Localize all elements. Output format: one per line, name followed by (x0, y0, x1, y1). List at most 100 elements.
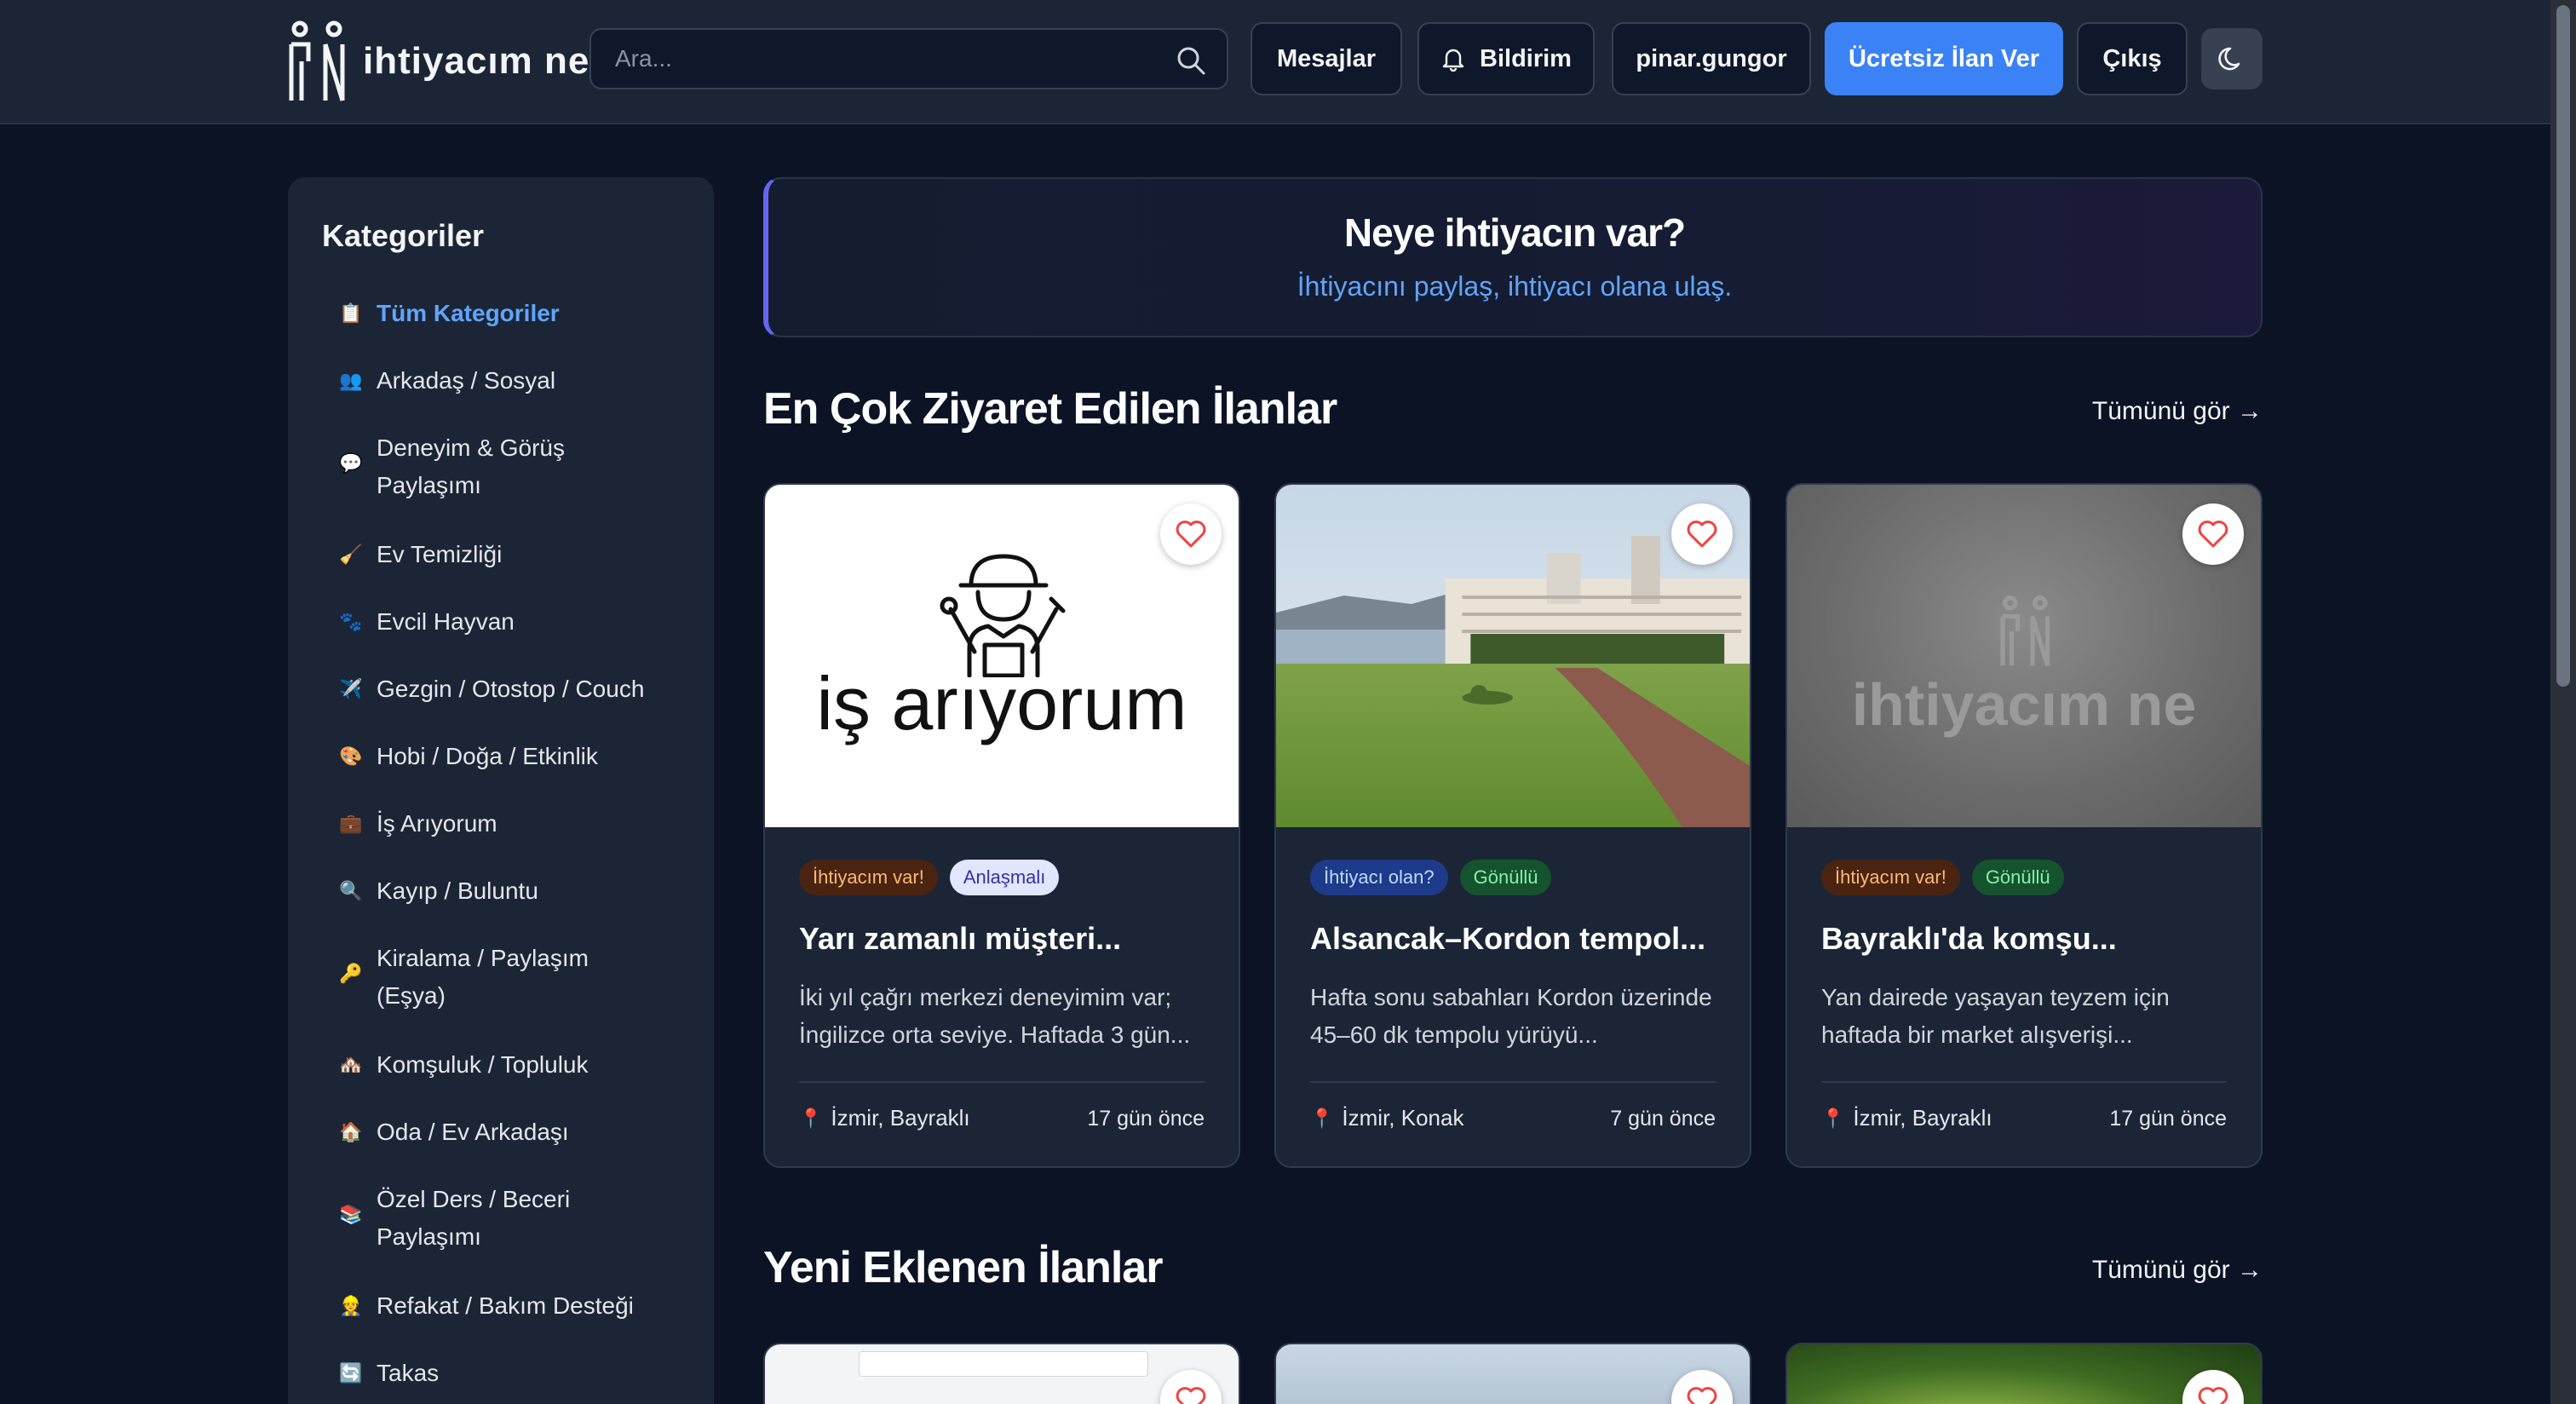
sidebar-item-label: Deneyim & Görüş Paylaşımı (377, 434, 565, 498)
recent-section-title: Yeni Eklenen İlanlar (763, 1243, 1163, 1292)
sidebar-item-house-cleaning[interactable]: 🧹 Ev Temizliği (339, 536, 697, 573)
category-sidebar: Kategoriler 📋 Tüm Kategoriler 👥 Arkadaş … (288, 177, 714, 1404)
pin-icon: 📍 (1310, 1107, 1334, 1129)
sidebar-item-label: Ev Temizliği (377, 541, 503, 567)
sidebar-item-hobby-nature[interactable]: 🎨 Hobi / Doğa / Etkinlik (339, 738, 697, 775)
sidebar-item-label: Arkadaş / Sosyal (377, 367, 556, 394)
listing-title: Yarı zamanlı müşteri... (799, 921, 1122, 956)
listing-location: 📍 İzmir, Bayraklı (1821, 1105, 1992, 1131)
badge-need: İhtiyacım var! (799, 860, 938, 895)
books-icon: 📚 (339, 1204, 363, 1225)
listing-location: 📍 İzmir, Konak (1310, 1105, 1463, 1131)
listing-card[interactable] (1785, 1343, 2263, 1404)
favorite-button[interactable] (1160, 1370, 1222, 1404)
hero-title: Neye ihtiyacın var? (1343, 210, 1686, 255)
speech-bubble-icon: 💬 (339, 452, 363, 474)
location-text: İzmir, Bayraklı (1853, 1105, 1992, 1131)
listing-image-caption: ihtiyacım ne (1851, 671, 2197, 738)
scrollbar-thumb[interactable] (2556, 5, 2570, 687)
sidebar-title: Kategoriler (322, 218, 485, 253)
listing-location: 📍 İzmir, Bayraklı (799, 1105, 970, 1131)
listing-time: 7 gün önce (1610, 1107, 1716, 1131)
swap-icon: 🔄 (339, 1362, 363, 1384)
sidebar-item-job-seeking[interactable]: 💼 İş Arıyorum (339, 805, 697, 843)
sidebar-item-neighborhood[interactable]: 🏘️ Komşuluk / Topluluk (339, 1046, 697, 1084)
sidebar-item-label: Kayıp / Buluntu (377, 878, 538, 904)
page-scrollbar[interactable] (2550, 0, 2576, 1404)
badge-row: İhtiyacı olan? Gönüllü (1310, 860, 1552, 895)
sidebar-item-friend-social[interactable]: 👥 Arkadaş / Sosyal (339, 362, 697, 400)
hero-subtitle: İhtiyacını paylaş, ihtiyacı olana ulaş. (1297, 271, 1733, 302)
badge-who-needs: İhtiyacı olan? (1310, 860, 1448, 895)
key-icon: 🔑 (339, 963, 363, 984)
palette-icon: 🎨 (339, 745, 363, 767)
search-input[interactable] (591, 30, 1227, 88)
clipboard-icon: 📋 (339, 302, 363, 324)
listing-card[interactable]: İhtiyacı olan? Gönüllü Alsancak–Kordon t… (1274, 483, 1751, 1168)
sidebar-item-pets[interactable]: 🐾 Evcil Hayvan (339, 603, 697, 641)
moon-icon (2218, 47, 2240, 71)
hero-banner: Neye ihtiyacın var? İhtiyacını paylaş, i… (763, 177, 2263, 337)
listing-card[interactable]: iş arıyorum İhtiyacım var! Anlaşmalı Yar… (763, 483, 1240, 1168)
favorite-button[interactable] (2182, 1370, 2244, 1404)
sidebar-item-swap[interactable]: 🔄 Takas (339, 1355, 697, 1392)
favorite-button[interactable] (1671, 1370, 1733, 1404)
top-header: ihtiyacım ne Mesajlar Bildirim pinar.gun… (0, 0, 2550, 124)
sidebar-item-label: Takas (377, 1360, 440, 1386)
favorite-button[interactable] (2182, 503, 2244, 565)
post-free-ad-button[interactable]: Ücretsiz İlan Ver (1825, 22, 2063, 95)
sidebar-item-traveler[interactable]: ✈️ Gezgin / Otostop / Couch (339, 670, 697, 708)
sidebar-item-label: Komşuluk / Topluluk (377, 1051, 589, 1078)
notifications-button[interactable]: Bildirim (1417, 22, 1595, 95)
site-logo[interactable]: ihtiyacım ne (285, 19, 589, 104)
badge-row: İhtiyacım var! Gönüllü (1821, 860, 2064, 895)
user-profile-button[interactable]: pinar.gungor (1612, 22, 1811, 95)
popular-section-title: En Çok Ziyaret Edilen İlanlar (763, 384, 1337, 434)
sidebar-item-all-categories[interactable]: 📋 Tüm Kategoriler (339, 295, 697, 332)
search-box (589, 28, 1228, 89)
listing-image-caption: iş arıyorum (816, 661, 1187, 745)
listing-title: Bayraklı'da komşu... (1821, 921, 2117, 956)
bell-icon (1442, 49, 1464, 72)
sidebar-item-label: Özel Ders / Beceri Paylaşımı (377, 1186, 571, 1250)
listing-card[interactable] (763, 1343, 1240, 1404)
badge-volunteer: Gönüllü (1971, 860, 2064, 895)
houses-icon: 🏘️ (339, 1054, 363, 1075)
airplane-icon: ✈️ (339, 678, 363, 699)
messages-button[interactable]: Mesajlar (1251, 22, 1402, 95)
heart-icon (2198, 521, 2228, 548)
pin-icon: 📍 (1821, 1107, 1845, 1129)
badge-need: İhtiyacım var! (1821, 860, 1960, 895)
heart-icon (1176, 1387, 1206, 1404)
listing-card[interactable] (1274, 1343, 1751, 1404)
listing-description: Yan dairede yaşayan teyzem için haftada … (1821, 984, 2170, 1048)
sidebar-item-rental-sharing[interactable]: 🔑 Kiralama / Paylaşım (Eşya) (339, 940, 697, 1015)
logout-button[interactable]: Çıkış (2077, 22, 2188, 95)
worker-tools-icon (940, 554, 1066, 677)
listing-card[interactable]: ihtiyacım ne İhtiyacım var! Gönüllü Bayr… (1785, 483, 2263, 1168)
sidebar-item-room-roommate[interactable]: 🏠 Oda / Ev Arkadaşı (339, 1113, 697, 1151)
logo-figures-icon (289, 20, 345, 101)
popular-see-all-link[interactable]: Tümünü gör → (2092, 397, 2263, 426)
recent-see-all-link[interactable]: Tümünü gör → (2092, 1256, 2263, 1285)
people-icon: 👥 (339, 370, 363, 391)
sidebar-item-experience-sharing[interactable]: 💬 Deneyim & Görüş Paylaşımı (339, 429, 697, 504)
pin-icon: 📍 (799, 1107, 823, 1129)
sidebar-item-lost-found[interactable]: 🔍 Kayıp / Buluntu (339, 872, 697, 910)
listing-image (859, 1351, 1148, 1377)
badge-row: İhtiyacım var! Anlaşmalı (799, 860, 1060, 895)
listing-description: Hafta sonu sabahları Kordon üzerinde 45–… (1310, 984, 1712, 1048)
favorite-button[interactable] (1671, 503, 1733, 565)
theme-toggle-button[interactable] (2201, 28, 2263, 89)
sidebar-item-private-lessons[interactable]: 📚 Özel Ders / Beceri Paylaşımı (339, 1181, 697, 1256)
heart-icon (1687, 521, 1717, 548)
favorite-button[interactable] (1160, 503, 1222, 565)
sidebar-item-label: Hobi / Doğa / Etkinlik (377, 743, 598, 769)
sidebar-item-label: Refakat / Bakım Desteği (377, 1292, 634, 1319)
house-icon: 🏠 (339, 1121, 363, 1142)
search-icon[interactable] (1176, 45, 1206, 76)
card-divider (1821, 1081, 2227, 1083)
sidebar-item-label: Evcil Hayvan (377, 608, 515, 635)
sidebar-item-care-support[interactable]: 👷 Refakat / Bakım Desteği (339, 1287, 697, 1325)
briefcase-icon: 💼 (339, 813, 363, 834)
